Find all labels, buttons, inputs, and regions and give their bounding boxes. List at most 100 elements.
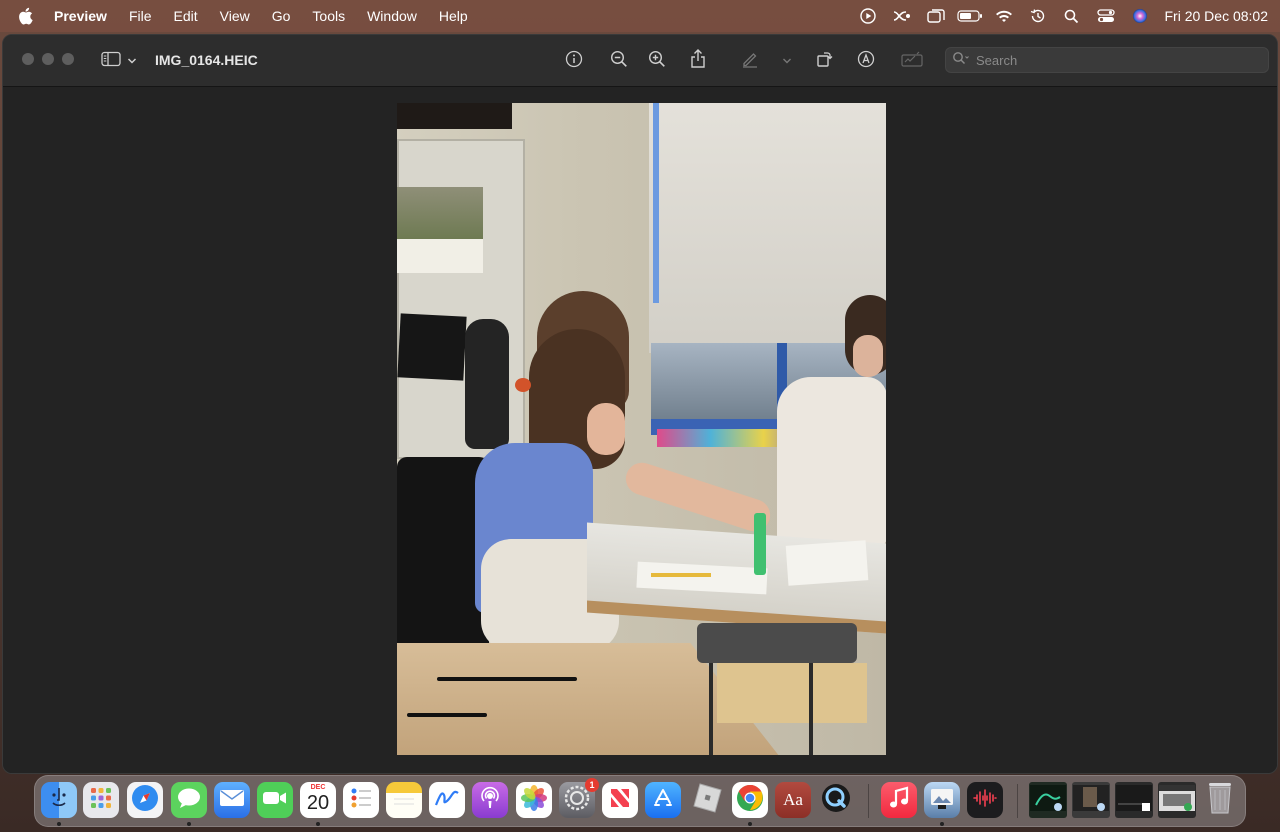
- play-icon[interactable]: [851, 6, 885, 26]
- dock-separator: [868, 784, 869, 818]
- zoom-in-button[interactable]: [645, 49, 669, 73]
- dock-dictionary[interactable]: Aa: [775, 782, 811, 818]
- finder-icon: [45, 784, 73, 817]
- dock-calendar[interactable]: DEC 20: [300, 782, 336, 818]
- minimized-window-1[interactable]: [1029, 782, 1067, 818]
- freeform-squiggle-icon: [433, 787, 461, 814]
- battery-icon[interactable]: [953, 6, 987, 26]
- calendar-day: 20: [306, 792, 330, 814]
- document-image: [397, 103, 886, 755]
- video-camera-icon: [262, 789, 288, 812]
- wifi-icon[interactable]: [987, 6, 1021, 26]
- dock-safari[interactable]: [127, 782, 163, 818]
- dock-launchpad[interactable]: [83, 782, 119, 818]
- quicktime-icon: [820, 782, 852, 819]
- markup-pen-button[interactable]: [738, 49, 762, 73]
- search-field[interactable]: [945, 47, 1269, 73]
- spotlight-icon[interactable]: [1055, 6, 1089, 26]
- dock-app-store[interactable]: [645, 782, 681, 818]
- running-indicator: [316, 822, 320, 826]
- window-toolbar: IMG_0164.HEIC: [3, 35, 1277, 87]
- markup-menu-button[interactable]: [775, 49, 799, 73]
- document-title: IMG_0164.HEIC: [155, 52, 258, 68]
- window-thumbnail-icon: [1030, 784, 1066, 816]
- reminders-list-icon: [348, 785, 374, 816]
- stage-manager-icon[interactable]: [885, 6, 919, 26]
- dock-freeform[interactable]: [429, 782, 465, 818]
- share-button[interactable]: [686, 48, 710, 73]
- running-indicator: [748, 822, 752, 826]
- dock-reminders[interactable]: [343, 782, 379, 818]
- minimize-button[interactable]: [42, 53, 54, 65]
- menu-edit[interactable]: Edit: [174, 8, 198, 24]
- zoom-in-icon: [648, 50, 666, 73]
- calendar-month: DEC: [310, 784, 326, 791]
- menu-app-name[interactable]: Preview: [54, 8, 107, 24]
- document-canvas[interactable]: [3, 87, 1277, 773]
- menu-file[interactable]: File: [129, 8, 152, 24]
- music-note-icon: [888, 786, 910, 815]
- menu-go[interactable]: Go: [272, 8, 291, 24]
- rotate-button[interactable]: [812, 49, 836, 73]
- dock-voice-memos[interactable]: [967, 782, 1003, 818]
- zoom-button[interactable]: [62, 53, 74, 65]
- dock-preview[interactable]: [924, 782, 960, 818]
- rotate-icon: [815, 50, 833, 73]
- trash-icon: [1206, 781, 1234, 820]
- close-button[interactable]: [22, 53, 34, 65]
- dock-messages[interactable]: [171, 782, 207, 818]
- menu-tools[interactable]: Tools: [312, 8, 345, 24]
- dock-system-settings[interactable]: 1: [559, 778, 599, 818]
- dock-photos[interactable]: [516, 782, 552, 818]
- minimized-window-4[interactable]: [1158, 782, 1196, 818]
- app-store-icon: [650, 785, 676, 816]
- minimized-window-2[interactable]: [1072, 782, 1110, 818]
- roblox-icon: [691, 782, 723, 819]
- dock-mail[interactable]: [214, 782, 250, 818]
- dock-facetime[interactable]: [257, 782, 293, 818]
- search-input[interactable]: [976, 52, 1256, 68]
- dock-quicktime[interactable]: [818, 782, 854, 818]
- dock-finder[interactable]: [41, 782, 77, 818]
- info-button[interactable]: [562, 49, 586, 73]
- message-bubble-icon: [176, 786, 202, 815]
- sidebar-toggle-button[interactable]: [101, 51, 137, 71]
- menu-help[interactable]: Help: [439, 8, 468, 24]
- menu-view[interactable]: View: [220, 8, 250, 24]
- markup-pen-icon: [741, 50, 759, 73]
- dock-roblox[interactable]: [689, 782, 725, 818]
- siri-icon[interactable]: [1123, 6, 1157, 26]
- menu-clock[interactable]: Fri 20 Dec 08:02: [1165, 8, 1269, 24]
- window-controls: [22, 53, 74, 65]
- dock-news[interactable]: [602, 782, 638, 818]
- apple-menu-icon[interactable]: [18, 7, 34, 25]
- podcast-icon: [477, 785, 503, 816]
- zoom-out-icon: [610, 50, 628, 73]
- menu-bar: Preview File Edit View Go Tools Window H…: [0, 0, 1280, 32]
- window-thumbnail-icon: [1073, 784, 1109, 816]
- dock-chrome[interactable]: [732, 782, 768, 818]
- envelope-icon: [219, 788, 245, 813]
- safari-compass-icon: [130, 783, 160, 818]
- dock-separator: [1017, 784, 1018, 818]
- photos-flower-icon: [520, 784, 548, 817]
- window-icon[interactable]: [919, 6, 953, 26]
- time-machine-icon[interactable]: [1021, 6, 1055, 26]
- dock-podcasts[interactable]: [472, 782, 508, 818]
- news-icon: [607, 785, 633, 816]
- dock-trash[interactable]: [1202, 782, 1238, 818]
- launchpad-icon: [88, 785, 114, 816]
- zoom-out-button[interactable]: [607, 49, 631, 73]
- annotate-icon: [857, 50, 875, 73]
- running-indicator: [57, 822, 61, 826]
- chrome-icon: [735, 783, 765, 818]
- annotate-button[interactable]: [854, 49, 878, 73]
- running-indicator: [187, 822, 191, 826]
- dock-music[interactable]: [881, 782, 917, 818]
- dictionary-label: Aa: [783, 790, 803, 809]
- control-center-icon[interactable]: [1089, 6, 1123, 26]
- dock-notes[interactable]: [386, 782, 422, 818]
- menu-window[interactable]: Window: [367, 8, 417, 24]
- minimized-window-3[interactable]: [1115, 782, 1153, 818]
- signature-button[interactable]: [900, 49, 924, 73]
